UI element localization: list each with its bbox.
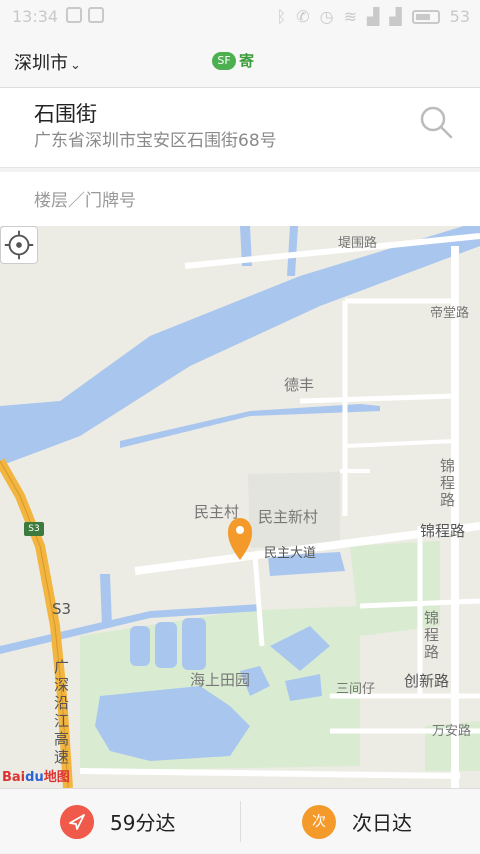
option-59min[interactable]: 59分达: [60, 789, 175, 854]
map-label: 广深沿江高速: [54, 658, 70, 766]
water-channel: [287, 226, 298, 276]
map-canvas[interactable]: [0, 226, 480, 788]
floor-placeholder: 楼层／门牌号: [34, 191, 136, 211]
map-label: 德丰: [284, 376, 315, 394]
signal-icon: ▟: [389, 7, 402, 26]
pond: [182, 618, 206, 670]
signal-icon: ▟: [367, 7, 380, 26]
road: [344, 439, 456, 448]
map-label: 创新路: [404, 672, 450, 690]
delivery-options-bar: 59分达 次 次日达: [0, 788, 480, 853]
pond: [155, 622, 177, 668]
pond: [130, 626, 150, 666]
search-icon[interactable]: [418, 104, 454, 140]
option-label: 次日达: [352, 811, 412, 835]
option-next-day[interactable]: 次 次日达: [302, 789, 412, 854]
app-logo: SF 寄: [212, 50, 254, 71]
floor-field[interactable]: 楼层／门牌号: [0, 172, 480, 226]
road: [299, 393, 456, 404]
map-label: 海上田园: [190, 671, 251, 689]
battery-level: 53: [449, 7, 470, 26]
map-label: 锦程路: [424, 609, 440, 661]
map-label: 万安路: [432, 724, 472, 739]
city-selector[interactable]: 深圳市 ⌄: [14, 49, 81, 75]
phone-icon: ✆: [296, 7, 310, 26]
map-label: S3: [52, 600, 72, 618]
notification-icon: [88, 7, 104, 23]
baidu-map-logo: Baidu地图: [2, 766, 70, 785]
highway-shield: S3: [24, 522, 44, 536]
navigation-arrow-icon: [60, 804, 94, 839]
locate-button[interactable]: [0, 226, 38, 264]
alarm-icon: ◷: [319, 7, 334, 26]
chevron-down-icon: ⌄: [70, 58, 81, 73]
baidu-logo-du: du: [25, 770, 44, 785]
map-label: 锦程路: [420, 522, 466, 540]
status-time: 13:34: [12, 7, 59, 26]
app-header: 深圳市 ⌄ SF 寄: [0, 36, 480, 88]
address-detail: 广东省深圳市宝安区石围街68号: [34, 131, 277, 151]
map-label: 锦程路: [440, 457, 456, 509]
notification-icon: [66, 7, 82, 23]
city-name: 深圳市: [14, 53, 68, 74]
map-label: 堤围路: [338, 236, 378, 251]
status-bar: 13:34 ᛒ ✆ ◷ ≋ ▟ ▟ 53: [0, 0, 480, 36]
road: [79, 768, 461, 779]
address-title: 石围街: [34, 102, 97, 126]
next-day-icon: 次: [302, 804, 336, 839]
divider: [240, 801, 241, 842]
notification-icons: [66, 7, 104, 23]
system-icons: ᛒ ✆ ◷ ≋ ▟ ▟ 53: [277, 7, 470, 26]
map-view[interactable]: 堤围路 帝堂路 德丰 锦程路 民主村 民主新村 民主大道 锦程路 锦程路 海上田…: [0, 226, 480, 788]
map-label: 帝堂路: [430, 306, 470, 321]
map-label: 三间仔: [336, 682, 376, 697]
map-label: 民主新村: [258, 508, 319, 526]
baidu-logo-bai: Bai: [2, 770, 26, 785]
logo-text: 寄: [239, 52, 255, 70]
water-channel: [100, 574, 112, 626]
map-label: 民主大道: [264, 546, 317, 561]
bluetooth-icon: ᛒ: [276, 7, 287, 26]
option-label: 59分达: [110, 811, 176, 835]
logo-mark: SF: [212, 51, 236, 70]
address-card[interactable]: 石围街 广东省深圳市宝安区石围街68号: [0, 88, 480, 168]
battery-icon: [411, 9, 440, 24]
baidu-logo-ditu: 地图: [43, 770, 70, 785]
water-channel: [120, 404, 380, 448]
map-label: 民主村: [194, 503, 240, 521]
wifi-icon: ≋: [343, 7, 358, 26]
